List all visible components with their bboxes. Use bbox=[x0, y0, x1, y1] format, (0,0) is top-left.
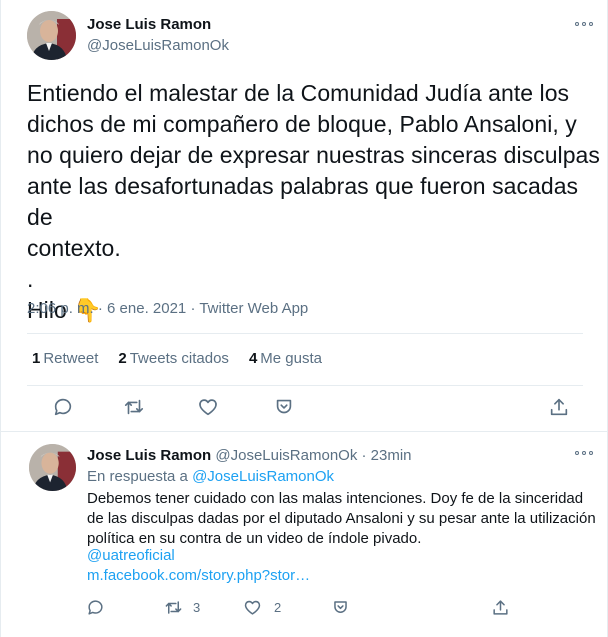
tweet-stats: 1 Retweet 2 Tweets citados 4 Me gusta bbox=[32, 350, 322, 367]
avatar[interactable] bbox=[27, 11, 76, 60]
retweets-label: Retweet bbox=[43, 350, 99, 367]
author-handle[interactable]: @JoseLuisRamonOk bbox=[87, 37, 229, 54]
reply-header: Jose Luis Ramon @JoseLuisRamonOk · 23min bbox=[87, 447, 412, 464]
like-button[interactable]: 2 bbox=[243, 598, 281, 617]
like-count: 2 bbox=[274, 600, 282, 615]
divider bbox=[27, 385, 583, 386]
main-action-bar bbox=[1, 396, 608, 422]
retweets-count: 1 bbox=[32, 350, 41, 367]
main-tweet: Jose Luis Ramon @JoseLuisRamonOk Entiend… bbox=[1, 0, 608, 432]
likes-stat[interactable]: 4 Me gusta bbox=[249, 350, 322, 367]
share-icon[interactable] bbox=[491, 598, 510, 617]
tweet-thread: Jose Luis Ramon @JoseLuisRamonOk Entiend… bbox=[0, 0, 608, 637]
retweet-icon bbox=[165, 601, 182, 614]
reply-icon[interactable] bbox=[52, 396, 74, 418]
more-horizontal-icon[interactable] bbox=[573, 447, 595, 459]
retweet-button[interactable]: 3 bbox=[163, 598, 200, 617]
bookmark-icon[interactable] bbox=[331, 598, 350, 617]
mention-link[interactable]: @uatreoficial bbox=[87, 547, 175, 564]
divider bbox=[27, 333, 583, 334]
more-horizontal-icon[interactable] bbox=[573, 18, 595, 30]
reply-to-mention[interactable]: @JoseLuisRamonOk bbox=[192, 468, 334, 485]
quote-tweets-stat[interactable]: 2 Tweets citados bbox=[118, 350, 229, 367]
tweet-timestamp[interactable]: 2:06 p. m. · 6 ene. 2021 · Twitter Web A… bbox=[27, 300, 308, 317]
likes-label: Me gusta bbox=[260, 350, 322, 367]
share-icon[interactable] bbox=[548, 396, 570, 418]
avatar[interactable] bbox=[29, 444, 76, 491]
author-name[interactable]: Jose Luis Ramon bbox=[87, 16, 211, 33]
reply-context: En respuesta a @JoseLuisRamonOk bbox=[87, 468, 334, 485]
tweet-time[interactable]: 23min bbox=[371, 447, 412, 464]
url-link[interactable]: m.facebook.com/story.php?stor… bbox=[87, 567, 310, 584]
retweets-stat[interactable]: 1 Retweet bbox=[32, 350, 98, 367]
author-name[interactable]: Jose Luis Ramon bbox=[87, 447, 211, 464]
bookmark-icon[interactable] bbox=[273, 396, 295, 418]
tweet-text: Entiendo el malestar de la Comunidad Jud… bbox=[27, 80, 600, 323]
separator: · bbox=[361, 447, 367, 464]
quote-tweets-count: 2 bbox=[118, 350, 127, 367]
retweet-count: 3 bbox=[193, 600, 201, 615]
reply-icon[interactable] bbox=[86, 598, 105, 617]
quote-tweets-label: Tweets citados bbox=[129, 350, 229, 367]
likes-count: 4 bbox=[248, 350, 258, 367]
author-handle[interactable]: @JoseLuisRamonOk bbox=[215, 447, 357, 464]
reply-prefix: En respuesta a bbox=[87, 468, 188, 485]
reply-text: Debemos tener cuidado con las malas inte… bbox=[87, 490, 596, 547]
reply-action-bar: 3 2 bbox=[1, 598, 608, 624]
like-icon[interactable] bbox=[197, 396, 219, 418]
retweet-icon[interactable] bbox=[122, 396, 146, 418]
like-icon bbox=[244, 600, 261, 615]
